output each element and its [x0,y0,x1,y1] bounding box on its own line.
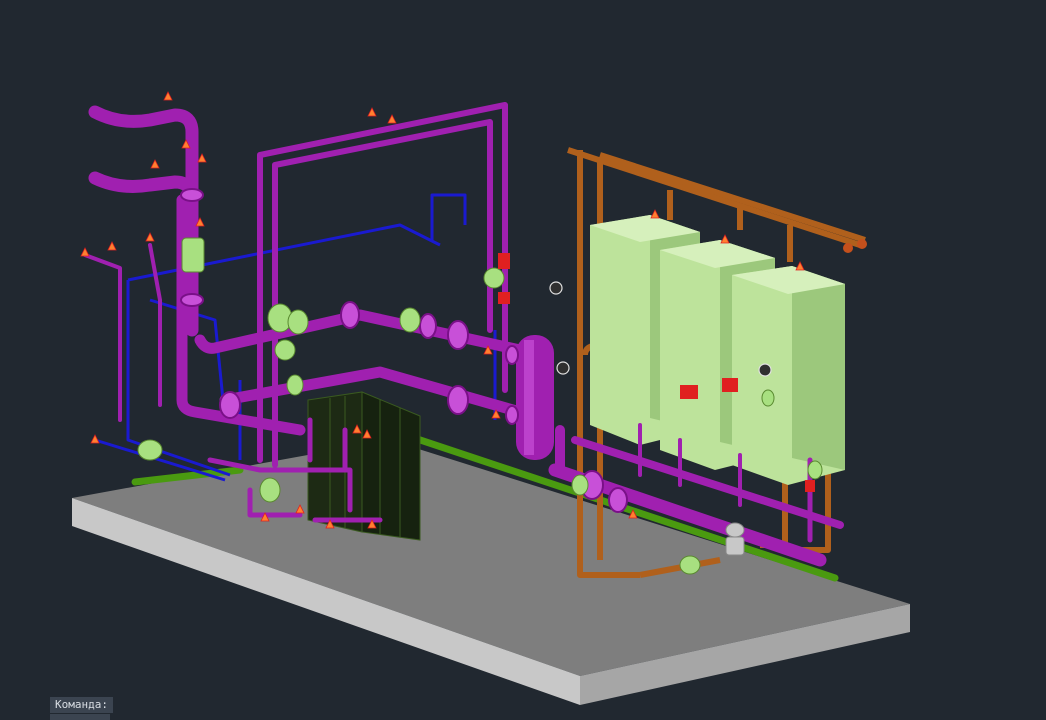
command-line-input[interactable] [50,714,110,720]
hydraulic-separator [516,335,554,460]
gas-regulator [725,522,745,556]
blue-pipes [94,193,497,482]
model-viewport[interactable] [0,0,1046,720]
command-line-prompt: Команда: [50,697,113,713]
boiler-3 [732,266,845,485]
